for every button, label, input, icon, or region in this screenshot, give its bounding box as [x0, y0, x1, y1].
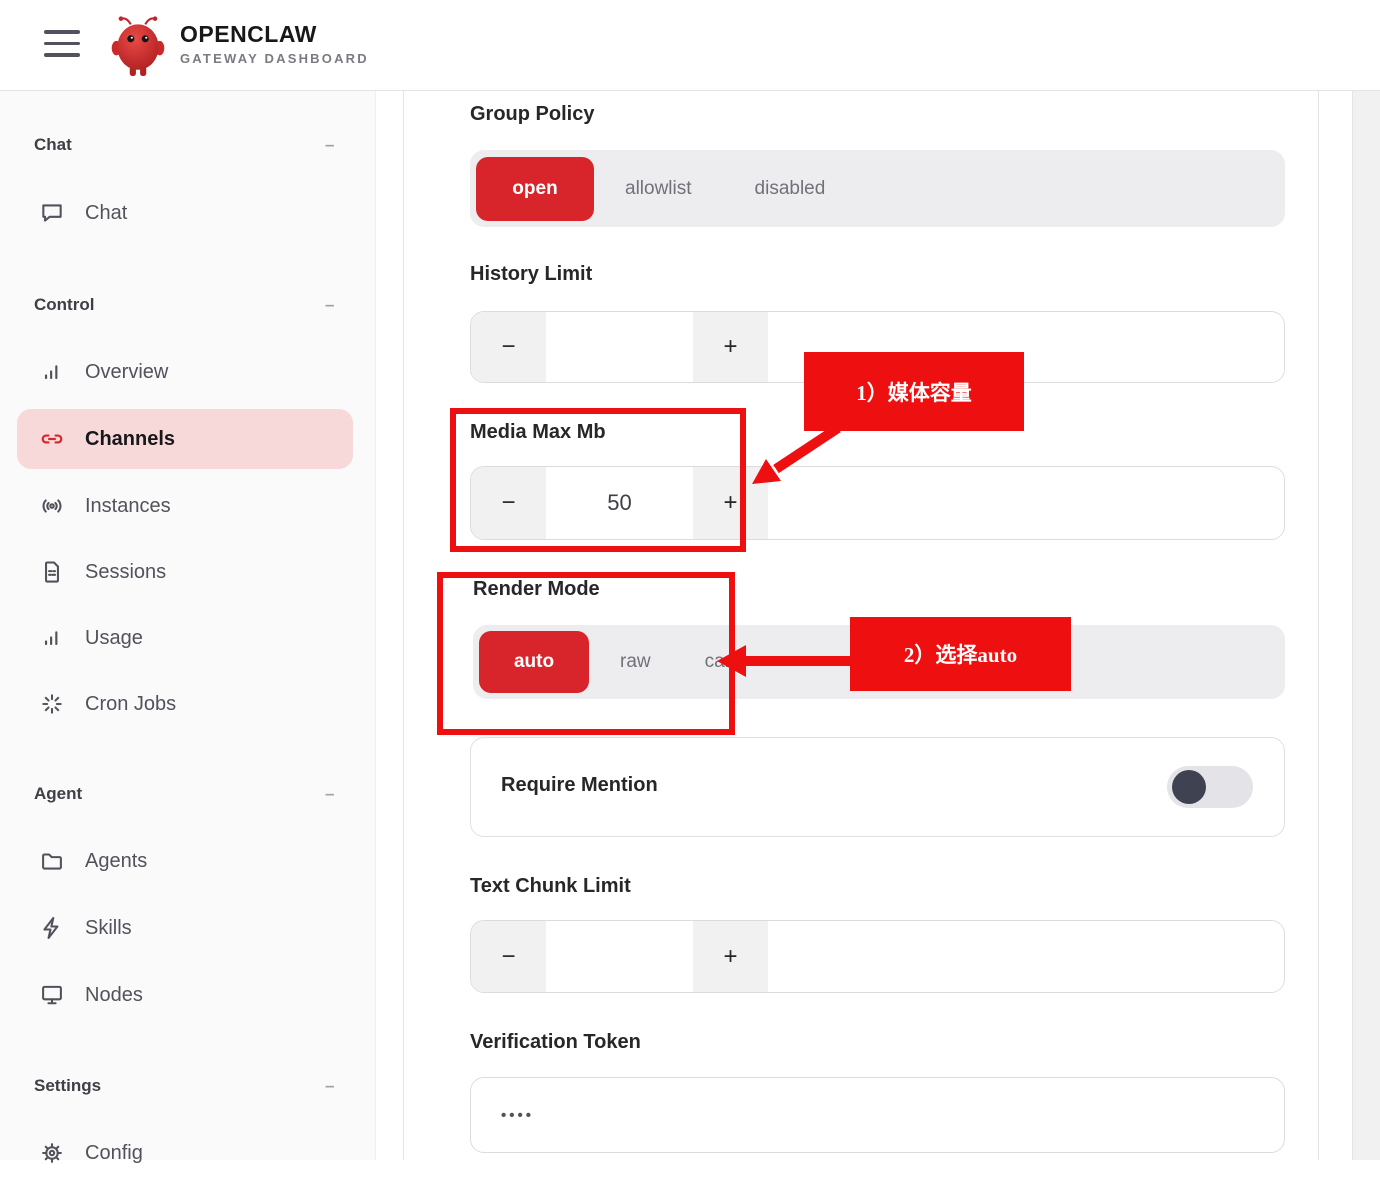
render-mode-option-auto[interactable]: auto — [479, 631, 589, 693]
sidebar-item-label: Usage — [85, 627, 143, 650]
scrollbar-track[interactable] — [1352, 90, 1380, 1160]
sidebar-item-cron-jobs[interactable]: Cron Jobs — [17, 674, 353, 734]
sidebar-section-control: Control — [34, 295, 334, 315]
monitor-icon — [39, 982, 65, 1008]
group-policy-segmented-control: open allowlist disabled — [470, 150, 1285, 227]
panel-left-border — [403, 90, 404, 1160]
sidebar-item-label: Overview — [85, 361, 168, 384]
folder-icon — [39, 848, 65, 874]
history-limit-value[interactable] — [546, 312, 693, 382]
sidebar-item-agents[interactable]: Agents — [17, 831, 353, 891]
sidebar-item-overview[interactable]: Overview — [17, 342, 353, 402]
spinner-icon — [39, 691, 65, 717]
sidebar-item-skills[interactable]: Skills — [17, 898, 353, 958]
app-header: OPENCLAW GATEWAY DASHBOARD — [0, 0, 1380, 91]
group-policy-option-disabled[interactable]: disabled — [755, 178, 826, 200]
stepper-spacer — [768, 921, 1284, 992]
panel-right-border — [1318, 90, 1319, 1160]
history-limit-label: History Limit — [470, 263, 592, 286]
text-chunk-limit-stepper: − + — [470, 920, 1285, 993]
collapse-icon[interactable]: – — [325, 1076, 334, 1096]
plus-button[interactable]: + — [693, 312, 768, 382]
sidebar: Chat – Chat Control – Overview Channels — [0, 90, 376, 1160]
sidebar-item-usage[interactable]: Usage — [17, 608, 353, 668]
broadcast-icon — [39, 493, 65, 519]
sidebar-item-config[interactable]: Config — [17, 1123, 353, 1183]
group-policy-label: Group Policy — [470, 103, 594, 126]
app-title: OPENCLAW — [180, 21, 317, 48]
sidebar-item-chat[interactable]: Chat — [17, 183, 353, 243]
require-mention-label: Require Mention — [501, 774, 658, 797]
require-mention-toggle[interactable] — [1167, 766, 1253, 808]
sidebar-section-chat: Chat — [34, 135, 334, 155]
sidebar-section-settings: Settings — [34, 1076, 334, 1096]
bar-chart-icon — [39, 359, 65, 385]
sidebar-section-agent: Agent — [34, 784, 334, 804]
collapse-icon[interactable]: – — [325, 135, 334, 155]
sidebar-item-channels[interactable]: Channels — [17, 409, 353, 469]
collapse-icon[interactable]: – — [325, 295, 334, 315]
group-policy-option-open[interactable]: open — [476, 157, 594, 221]
sidebar-item-label: Nodes — [85, 984, 143, 1007]
text-chunk-limit-label: Text Chunk Limit — [470, 875, 631, 898]
media-max-mb-value[interactable]: 50 — [546, 467, 693, 539]
app-subtitle: GATEWAY DASHBOARD — [180, 51, 369, 66]
media-max-mb-label: Media Max Mb — [470, 421, 606, 444]
minus-button[interactable]: − — [471, 467, 546, 539]
sidebar-item-label: Agents — [85, 850, 147, 873]
sidebar-item-label: Instances — [85, 495, 171, 518]
minus-button[interactable]: − — [471, 921, 546, 992]
text-chunk-limit-value[interactable] — [546, 921, 693, 992]
media-max-mb-stepper: − 50 + — [470, 466, 1285, 540]
verification-token-label: Verification Token — [470, 1031, 641, 1054]
sidebar-item-nodes[interactable]: Nodes — [17, 965, 353, 1025]
render-mode-label: Render Mode — [473, 578, 600, 601]
annotation-note-2: 2）选择auto — [850, 617, 1071, 691]
sidebar-item-label: Chat — [85, 202, 127, 225]
minus-button[interactable]: − — [471, 312, 546, 382]
toggle-knob — [1172, 770, 1206, 804]
masked-token-value: •••• — [501, 1107, 534, 1124]
sidebar-item-label: Cron Jobs — [85, 693, 176, 716]
sidebar-item-label: Sessions — [85, 561, 166, 584]
stepper-spacer — [768, 467, 1284, 539]
gear-icon — [39, 1140, 65, 1166]
require-mention-card: Require Mention — [470, 737, 1285, 837]
sidebar-item-label: Channels — [85, 428, 175, 451]
bar-chart-icon — [39, 625, 65, 651]
sidebar-item-label: Skills — [85, 917, 132, 940]
openclaw-mascot-icon — [110, 13, 166, 82]
group-policy-option-allowlist[interactable]: allowlist — [625, 178, 692, 200]
render-mode-option-raw[interactable]: raw — [620, 651, 651, 673]
sidebar-item-instances[interactable]: Instances — [17, 476, 353, 536]
annotation-note-1: 1）媒体容量 — [804, 352, 1024, 431]
zap-icon — [39, 915, 65, 941]
verification-token-input[interactable]: •••• — [470, 1077, 1285, 1153]
link-icon — [39, 426, 65, 452]
sidebar-item-label: Config — [85, 1142, 143, 1165]
hamburger-icon[interactable] — [44, 30, 82, 60]
document-icon — [39, 559, 65, 585]
plus-button[interactable]: + — [693, 921, 768, 992]
sidebar-item-sessions[interactable]: Sessions — [17, 542, 353, 602]
plus-button[interactable]: + — [693, 467, 768, 539]
collapse-icon[interactable]: – — [325, 784, 334, 804]
render-mode-option-card[interactable]: card — [705, 651, 742, 673]
chat-bubble-icon — [39, 200, 65, 226]
